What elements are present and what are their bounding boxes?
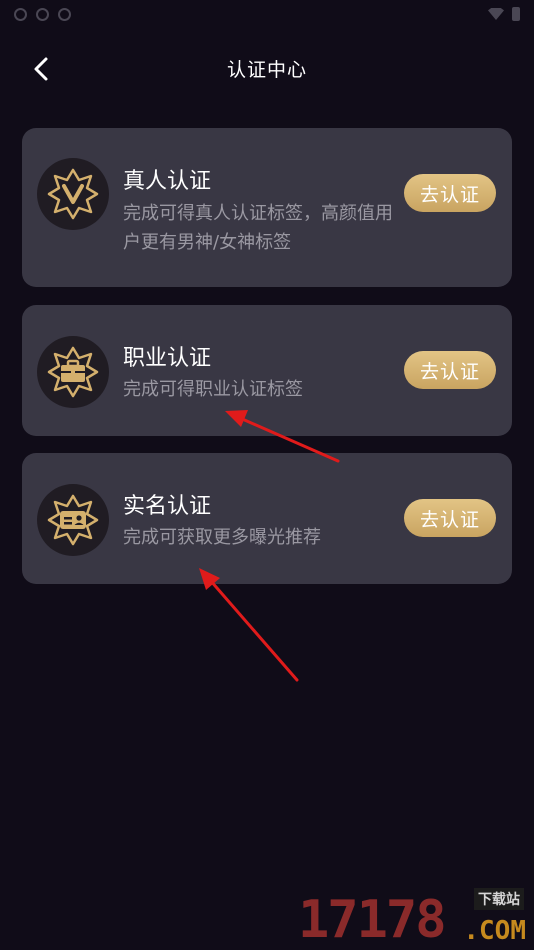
watermark-site: 下载站: [474, 888, 524, 910]
go-verify-button[interactable]: 去认证: [404, 174, 496, 212]
page-title: 认证中心: [226, 58, 307, 81]
badge: [37, 336, 109, 408]
watermark-domain: .COM: [463, 916, 526, 946]
card-title: 实名认证: [123, 494, 212, 519]
go-verify-button[interactable]: 去认证: [404, 351, 496, 389]
wifi-icon: [488, 8, 504, 20]
go-verify-button[interactable]: 去认证: [404, 499, 496, 537]
badge: [37, 484, 109, 556]
card-description: 完成可获取更多曝光推荐: [123, 527, 321, 548]
watermark-digits: 17178: [298, 890, 447, 950]
verified-v-icon: [47, 168, 99, 220]
briefcase-icon: [47, 346, 99, 398]
status-icon: [58, 7, 71, 21]
status-icon: [36, 7, 49, 21]
id-card-icon: [47, 494, 99, 546]
chevron-left-icon: [34, 57, 48, 81]
status-icon: [14, 7, 27, 21]
badge: [37, 158, 109, 230]
watermark-logo: 17178 下载站 .COM: [298, 888, 528, 948]
card-description: 完成可得职业认证标签: [123, 379, 303, 400]
back-button[interactable]: [26, 54, 56, 84]
battery-icon: [512, 7, 520, 21]
header: 认证中心: [0, 44, 534, 92]
annotation-arrow: [199, 568, 299, 682]
status-right: [488, 7, 520, 21]
verification-card-occupation: 职业认证 完成可得职业认证标签 去认证: [22, 305, 512, 436]
card-title: 职业认证: [123, 346, 212, 371]
verification-card-real-name: 实名认证 完成可获取更多曝光推荐 去认证: [22, 453, 512, 584]
status-bar: [0, 0, 534, 28]
verification-card-real-person: 真人认证 完成可得真人认证标签，高颜值用户更有男神/女神标签 去认证: [22, 128, 512, 287]
card-description: 完成可得真人认证标签，高颜值用户更有男神/女神标签: [123, 203, 393, 253]
card-title: 真人认证: [123, 169, 212, 194]
